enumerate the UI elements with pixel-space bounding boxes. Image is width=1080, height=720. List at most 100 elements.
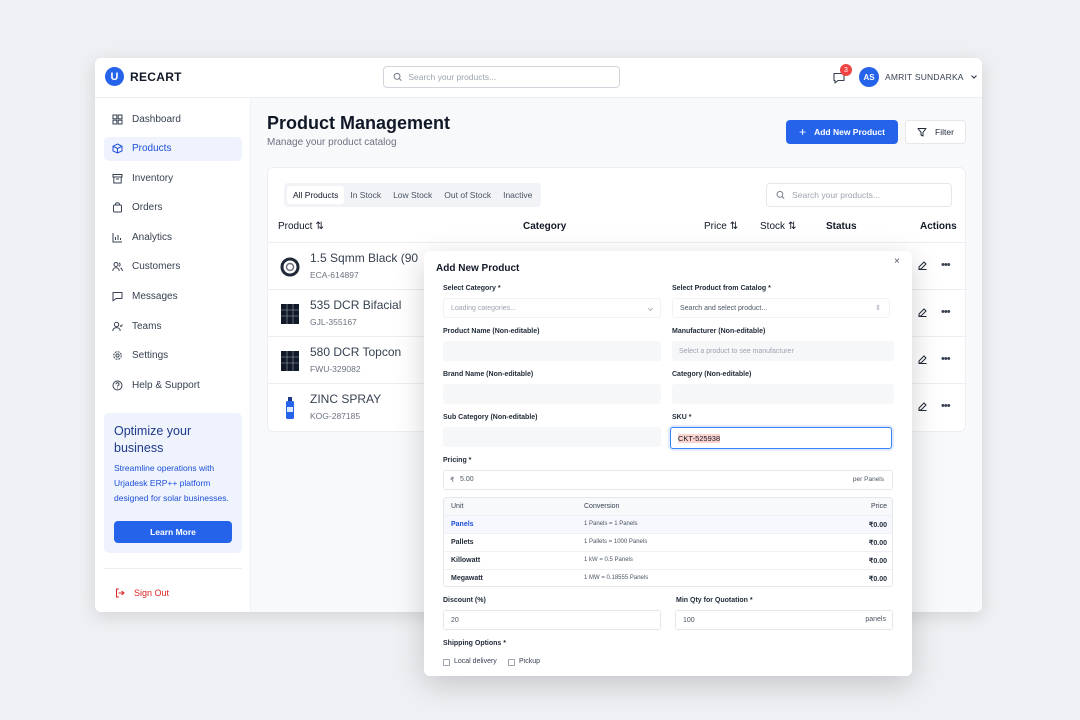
status-tabs: All Products In Stock Low Stock Out of S… [284,183,542,207]
table-row[interactable]: Panels 1 Panels = 1 Panels ₹0.00 [444,516,892,534]
global-search[interactable] [383,66,620,88]
tab-low-stock[interactable]: Low Stock [387,186,438,204]
box-icon [112,143,123,154]
sidebar-item-products[interactable]: Products [104,136,242,161]
unit-name: Panels [451,521,474,528]
edit-icon[interactable] [917,354,928,365]
more-options-icon[interactable]: ••• [941,259,951,271]
select-category-label: Select Category * [443,285,501,292]
filter-label: Filter [935,127,954,137]
learn-more-button[interactable]: Learn More [114,521,232,543]
unit-conversion: 1 Pallets = 1000 Panels [584,539,648,545]
table-search-input[interactable] [792,190,951,200]
sidebar-item-inventory[interactable]: Inventory [104,166,242,190]
select-product-label: Select Product from Catalog * [672,285,771,292]
close-icon[interactable]: × [894,256,900,267]
search-icon [393,72,402,82]
table-row[interactable]: Megawatt 1 MW = 0.18555 Panels ₹0.00 [444,570,892,586]
unit-price: ₹0.00 [868,558,887,565]
unit-name: Megawatt [451,575,483,582]
sidebar-item-label: Orders [132,202,163,214]
filter-button[interactable]: Filter [905,120,966,144]
sidebar-item-teams[interactable]: Teams [104,314,242,338]
unit-price: ₹0.00 [868,576,887,583]
sort-icon: ⇅ [788,221,797,232]
column-actions: Actions [920,221,957,232]
user-name: AMRIT SUNDARKA [885,72,964,82]
promo-card: Optimize your business Streamline operat… [104,413,242,553]
sub-category-label: Sub Category (Non-editable) [443,414,538,421]
currency-symbol: ₹ [450,477,455,484]
unit-header: Unit [451,503,464,510]
select-category-dropdown[interactable]: Loading categories... [443,298,661,318]
price-header: Price [871,503,887,510]
global-search-input[interactable] [408,72,619,82]
tab-all-products[interactable]: All Products [287,186,345,204]
more-options-icon[interactable]: ••• [941,353,951,365]
select-product-dropdown[interactable]: Search and select product... ⇕ [672,298,890,318]
sidebar-item-label: Dashboard [132,113,181,125]
promo-text: Streamline operations with Urjadesk ERP+… [114,463,229,503]
product-sku: GJL-355167 [310,317,357,327]
discount-input[interactable]: 20 [443,610,661,630]
sku-input[interactable]: CKT-525938 [670,427,892,449]
unit-name: Pallets [451,539,474,546]
top-bar: U RECART 3 AS AMRIT SUNDARKA [95,58,982,98]
sidebar-item-label: Settings [132,350,169,362]
brand-logo[interactable]: U RECART [105,67,182,86]
sidebar-item-label: Messages [132,291,178,303]
more-options-icon[interactable]: ••• [941,306,951,318]
unit-conversion-table: Unit Conversion Price Panels 1 Panels = … [443,497,893,587]
sidebar-item-help[interactable]: Help & Support [104,373,242,397]
logo-mark: U [105,67,124,86]
chevron-down-icon [970,75,977,79]
sidebar-divider [104,568,242,569]
add-new-product-label: Add New Product [814,127,885,137]
column-stock[interactable]: Stock ⇅ [760,221,796,232]
edit-icon[interactable] [917,260,928,271]
sidebar-item-orders[interactable]: Orders [104,196,242,220]
column-price[interactable]: Price ⇅ [704,221,738,232]
sidebar-item-analytics[interactable]: Analytics [104,225,242,249]
column-product[interactable]: Product ⇅ [278,221,324,232]
logout-icon [116,588,125,598]
add-new-product-button[interactable]: + Add New Product [786,120,898,144]
product-name: 580 DCR Topcon [310,345,402,359]
user-menu[interactable]: AS AMRIT SUNDARKA [859,67,978,87]
column-stock-label: Stock [760,221,786,232]
unit-name: Killowatt [451,557,481,564]
min-qty-input[interactable]: 100 panels [675,610,893,630]
manufacturer-label: Manufacturer (Non-editable) [672,328,766,335]
price-input[interactable]: ₹ 5.00 per Panels [443,470,893,490]
more-options-icon[interactable]: ••• [941,400,951,412]
table-search[interactable] [766,183,952,207]
shipping-options-label: Shipping Options * [443,640,506,647]
cable-coil-thumbnail [278,255,302,279]
tab-out-of-stock[interactable]: Out of Stock [438,186,497,204]
sidebar-item-settings[interactable]: Settings [104,344,242,368]
sign-out-button[interactable]: Sign Out [115,588,169,598]
table-header-row: Unit Conversion Price [444,498,892,516]
edit-icon[interactable] [917,307,928,318]
sidebar-item-messages[interactable]: Messages [104,285,242,309]
product-name: 535 DCR Bifacial [310,298,402,312]
chevron-down-icon [648,307,653,311]
plus-icon: + [799,125,807,139]
avatar: AS [859,67,879,87]
search-icon [776,191,785,199]
tab-in-stock[interactable]: In Stock [344,186,387,204]
table-row[interactable]: Pallets 1 Pallets = 1000 Panels ₹0.00 [444,534,892,552]
tab-inactive[interactable]: Inactive [497,186,538,204]
sort-icon: ⇅ [729,221,739,232]
pickup-label: Pickup [519,658,541,665]
edit-icon[interactable] [917,401,928,412]
category-label: Category (Non-editable) [672,371,752,378]
product-name: ZINC SPRAY [310,392,382,406]
table-row[interactable]: Killowatt 1 kW = 0.5 Panels ₹0.00 [444,552,892,570]
brand-name-label: Brand Name (Non-editable) [443,371,534,378]
sidebar-item-dashboard[interactable]: Dashboard [104,107,242,131]
unit-conversion: 1 kW = 0.5 Panels [584,557,633,563]
local-delivery-checkbox[interactable] [443,659,450,666]
pickup-checkbox[interactable] [508,659,515,666]
sidebar-item-customers[interactable]: Customers [104,255,242,279]
